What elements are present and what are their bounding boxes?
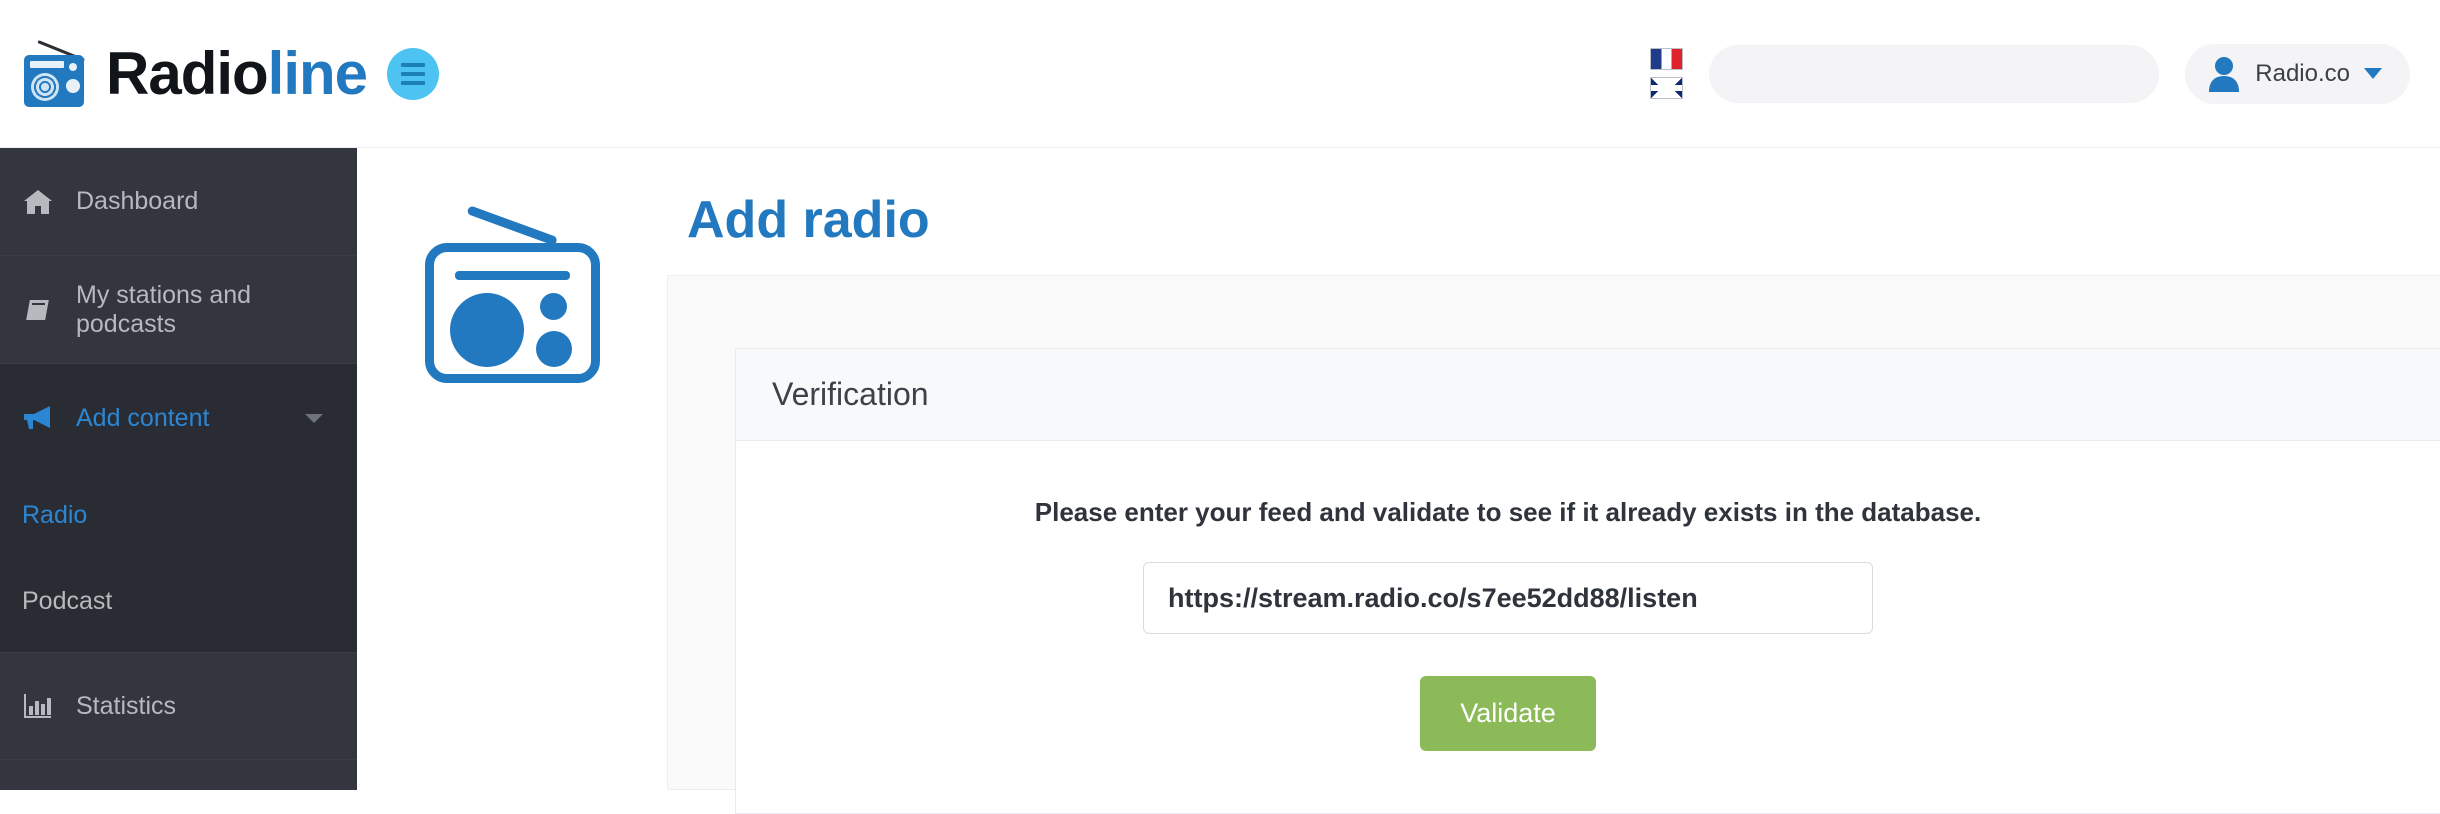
main-content: Add radio Verification Please enter your… (357, 148, 2440, 814)
user-avatar-icon (2209, 56, 2240, 92)
verification-card-body: Please enter your feed and validate to s… (736, 441, 2440, 813)
verification-card: Verification Please enter your feed and … (735, 348, 2440, 814)
user-name-label: Radio.co (2255, 59, 2350, 87)
brand-name-second: line (267, 39, 368, 107)
brand-name-first: Radio (106, 39, 269, 107)
sidebar-item-statistics[interactable]: Statistics (0, 652, 357, 760)
sidebar-item-add-content-label: Add content (76, 403, 210, 432)
brand-wordmark: Radioline (106, 43, 368, 104)
verification-card-header: Verification (736, 349, 2440, 441)
user-menu[interactable]: Radio.co (2185, 43, 2410, 104)
sidebar: Dashboard My stations and podcasts Add c… (0, 148, 357, 790)
app-header: Radioline Radio.co (0, 0, 2440, 148)
radio-illustration-icon (412, 183, 612, 388)
sidebar-subitem-radio[interactable]: Radio (0, 472, 357, 558)
search-input[interactable] (1709, 44, 2160, 103)
chevron-down-icon (305, 413, 323, 423)
sidebar-item-add-content[interactable]: Add content (0, 364, 357, 472)
hamburger-bar-2 (401, 71, 426, 76)
brand[interactable]: Radioline (22, 0, 368, 147)
sidebar-subitem-podcast-label: Podcast (22, 586, 113, 615)
logo-knob-small (69, 62, 77, 71)
chevron-down-icon (2364, 68, 2382, 79)
page-title: Add radio (687, 191, 930, 249)
logo-speaker (31, 72, 59, 101)
illustration-antenna (466, 205, 558, 246)
hamburger-bar-1 (401, 62, 426, 67)
home-icon (22, 187, 54, 217)
hamburger-bar-3 (401, 80, 426, 85)
sidebar-item-my-stations-label: My stations and podcasts (76, 280, 252, 338)
language-switcher (1650, 48, 1684, 99)
flag-gb-icon[interactable] (1650, 77, 1684, 99)
verification-instruction: Please enter your feed and validate to s… (1034, 497, 1982, 527)
book-icon (22, 295, 54, 325)
radio-logo-icon (22, 39, 88, 107)
illustration-knob-large (536, 331, 572, 367)
flag-fr-icon[interactable] (1650, 48, 1684, 70)
feed-url-input[interactable] (1143, 562, 1873, 634)
sidebar-item-dashboard[interactable]: Dashboard (0, 148, 357, 256)
illustration-speaker (450, 293, 524, 367)
sidebar-subitem-radio-label: Radio (22, 500, 88, 529)
logo-display-slot (30, 60, 64, 68)
validate-button[interactable]: Validate (1420, 676, 1596, 751)
header-right-group: Radio.co (1650, 43, 2410, 104)
megaphone-icon (22, 403, 54, 433)
sidebar-item-dashboard-label: Dashboard (76, 187, 199, 215)
sidebar-subitem-podcast[interactable]: Podcast (0, 558, 357, 644)
sidebar-item-my-stations-and-podcasts[interactable]: My stations and podcasts (0, 256, 357, 364)
sidebar-item-statistics-label: Statistics (76, 691, 177, 720)
hamburger-icon[interactable] (387, 47, 440, 100)
illustration-display-slot (455, 271, 570, 280)
bar-chart-icon (22, 691, 54, 721)
logo-knob-large (66, 78, 80, 93)
illustration-knob-small (540, 293, 567, 320)
sidebar-submenu-add-content: Radio Podcast (0, 472, 357, 652)
